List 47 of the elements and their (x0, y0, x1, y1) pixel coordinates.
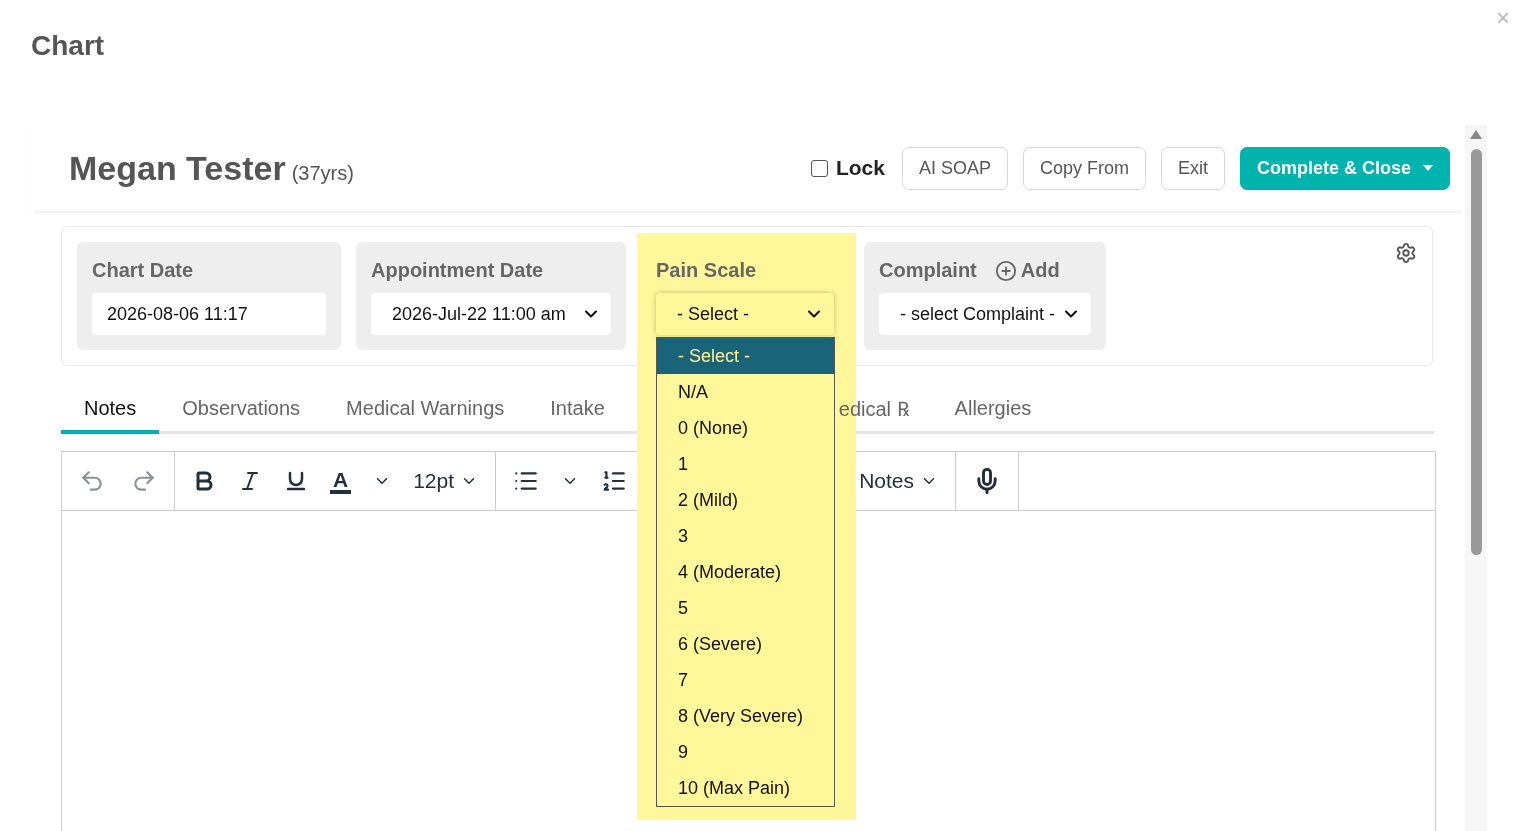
template-select[interactable]: Notes (859, 469, 939, 493)
select-field[interactable]: - Select - (656, 293, 834, 335)
field-label: Chart Date (92, 259, 194, 283)
dropdown-option[interactable]: 9 (657, 734, 834, 770)
dropdown-option[interactable]: 3 (657, 518, 834, 554)
dropdown-option[interactable]: 8 (Very Severe) (657, 698, 834, 734)
dropdown-option[interactable]: 1 (657, 446, 834, 482)
dropdown-option[interactable]: 5 (657, 590, 834, 626)
dropdown-option[interactable]: 7 (657, 662, 834, 698)
undo-icon[interactable] (79, 468, 105, 494)
text-color-button[interactable]: A (330, 468, 352, 494)
checkbox-icon[interactable] (810, 159, 828, 177)
tab[interactable]: Medical Warnings (323, 386, 528, 434)
action-button[interactable]: AI SOAP (901, 146, 1008, 190)
dropdown-option[interactable]: 2 (Mild) (657, 482, 834, 518)
dropdown-option[interactable]: 6 (Severe) (657, 626, 834, 662)
dialog-title: Chart (31, 30, 105, 62)
tab[interactable]: Allergies (931, 386, 1055, 434)
tab[interactable]: Notes (61, 386, 160, 434)
field-label: Complaint (879, 259, 977, 283)
select-field[interactable]: 2026-Jul-22 11:00 am (371, 293, 611, 335)
tab[interactable]: Observations (159, 386, 324, 434)
patient-name: Megan Tester (69, 148, 286, 188)
dropdown-option[interactable]: N/A (657, 374, 834, 410)
dropdown-option[interactable]: 0 (None) (657, 410, 834, 446)
field-label: Appointment Date (371, 259, 544, 283)
lock-checkbox[interactable]: Lock (810, 156, 885, 180)
field-label: Pain Scale (656, 259, 757, 283)
settings-icon[interactable] (1395, 242, 1417, 264)
caret-icon (1423, 165, 1433, 171)
plus-circle-icon (994, 259, 1017, 282)
select-field[interactable]: - select Complaint - (879, 293, 1091, 335)
input-field[interactable]: 2026-08-06 11:17 (92, 293, 326, 335)
action-button[interactable]: Copy From (1022, 146, 1146, 190)
scrollbar[interactable] (1465, 125, 1487, 831)
patient-age: (37yrs) (291, 161, 354, 185)
numbered-list-icon[interactable] (601, 468, 628, 494)
add-link[interactable]: Add (994, 259, 1060, 283)
dropdown-option[interactable]: 4 (Moderate) (657, 554, 834, 590)
dropdown-option[interactable]: - Select - (657, 338, 834, 374)
dropdown-option[interactable]: 10 (Max Pain) (657, 770, 834, 806)
redo-icon[interactable] (131, 468, 157, 494)
font-size-select[interactable]: 12pt (413, 469, 479, 493)
tab[interactable]: Intake (527, 386, 628, 434)
action-button[interactable]: Exit (1160, 146, 1225, 190)
lock-label: Lock (835, 156, 885, 180)
underline-icon[interactable] (284, 469, 308, 493)
